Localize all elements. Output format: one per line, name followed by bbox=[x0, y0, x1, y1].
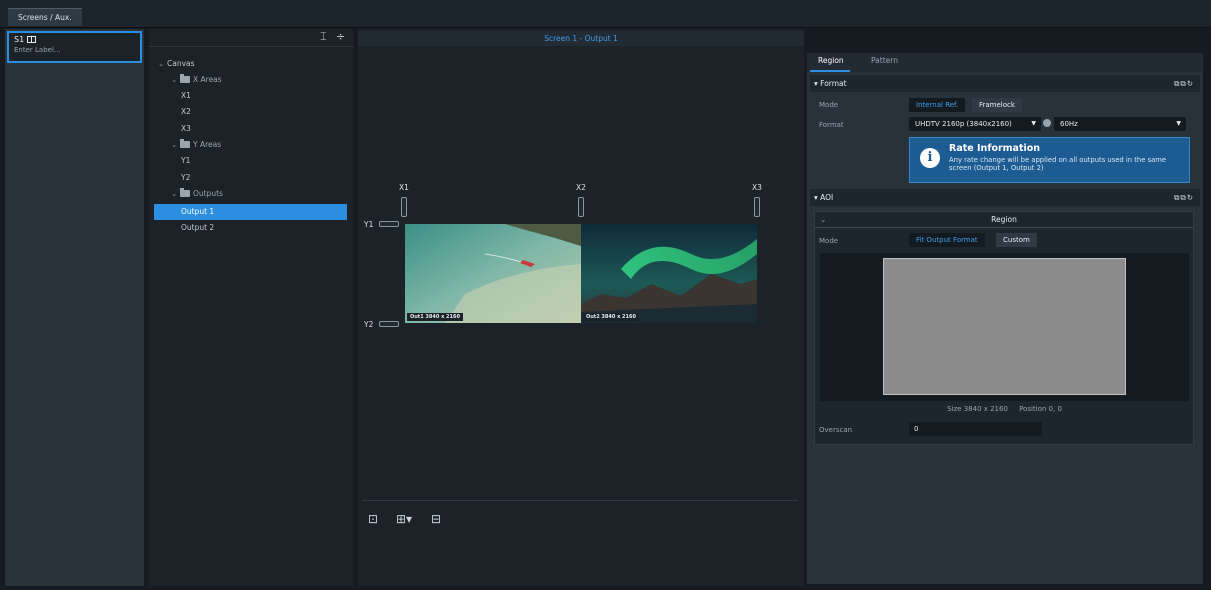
aoi-meta: Size 3840 x 2160 Position 0, 0 bbox=[820, 405, 1189, 413]
tree-node-y1[interactable]: Y1 bbox=[181, 153, 190, 169]
rate-dropdown[interactable]: 60Hz ▼ bbox=[1054, 117, 1186, 131]
canvas-title: Screen 1 - Output 1 bbox=[358, 31, 804, 46]
aoi-section-header[interactable]: ▾ AOI ⧉⧉↻ bbox=[810, 189, 1200, 206]
format-mode-label: Mode bbox=[819, 101, 839, 109]
canvas-divider bbox=[362, 500, 798, 501]
top-tab-bar bbox=[0, 0, 1211, 28]
split-view-icon[interactable]: ⊟ bbox=[431, 512, 441, 526]
copy-paste-reset-icons[interactable]: ⧉⧉↻ bbox=[1174, 75, 1194, 92]
chevron-down-icon: ⌄ bbox=[820, 215, 827, 224]
tree-panel bbox=[149, 29, 353, 586]
output-2-tile[interactable]: Out2 3840 x 2160 bbox=[581, 224, 757, 323]
overscan-label: Overscan bbox=[819, 426, 853, 434]
copy-paste-reset-icons[interactable]: ⧉⧉↻ bbox=[1174, 189, 1194, 206]
folder-icon bbox=[180, 139, 190, 148]
screen-label-input[interactable]: Enter Label... bbox=[14, 46, 135, 54]
mode-framelock-button[interactable]: Framelock bbox=[972, 98, 1022, 112]
tree-node-output-1[interactable]: Output 1 bbox=[181, 204, 214, 220]
chevron-down-icon: ⌄ bbox=[171, 189, 178, 198]
x-label-1: X1 bbox=[399, 183, 409, 192]
aoi-size: Size 3840 x 2160 bbox=[947, 405, 1008, 413]
mode-internal-ref-button[interactable]: Internal Ref. bbox=[909, 98, 966, 112]
chevron-down-icon: ▼ bbox=[1176, 120, 1181, 127]
folder-icon bbox=[180, 188, 190, 197]
chevron-down-icon: ⌄ bbox=[158, 59, 165, 68]
format-dropdown[interactable]: UHDTV 2160p (3840x2160) ▼ bbox=[909, 117, 1041, 131]
expand-all-icon[interactable]: ⌶ bbox=[320, 30, 327, 44]
sync-icon[interactable] bbox=[1043, 119, 1051, 127]
output-2-preview-image bbox=[581, 224, 757, 323]
tab-pattern[interactable]: Pattern bbox=[871, 56, 898, 65]
rate-info-title: Rate Information bbox=[949, 143, 1041, 154]
tree-node-outputs[interactable]: ⌄ Outputs bbox=[171, 186, 223, 202]
tab-screens-aux[interactable]: Screens / Aux. bbox=[8, 8, 82, 26]
output-1-preview-image bbox=[405, 224, 581, 323]
chevron-down-icon: ⌄ bbox=[171, 75, 178, 84]
y-label-1: Y1 bbox=[364, 220, 374, 229]
tree-node-y-areas[interactable]: ⌄ Y Areas bbox=[171, 137, 221, 153]
y1-handle[interactable] bbox=[379, 221, 399, 227]
format-label: Format bbox=[819, 121, 844, 129]
tree-node-x1[interactable]: X1 bbox=[181, 88, 191, 104]
screen-card-s1[interactable]: S1 Enter Label... bbox=[7, 31, 142, 63]
mode-custom-button[interactable]: Custom bbox=[996, 233, 1037, 247]
x-label-2: X2 bbox=[576, 183, 586, 192]
chevron-down-icon: ⌄ bbox=[171, 140, 178, 149]
screen-list-panel bbox=[5, 29, 144, 586]
output-2-tag: Out2 3840 x 2160 bbox=[583, 313, 639, 321]
properties-tabs bbox=[807, 53, 1203, 72]
screen-layout-icon bbox=[26, 36, 36, 43]
tree-node-y2[interactable]: Y2 bbox=[181, 170, 190, 186]
aoi-position: Position 0, 0 bbox=[1019, 405, 1062, 413]
aoi-region-rect[interactable] bbox=[883, 258, 1126, 395]
info-icon: i bbox=[920, 148, 940, 168]
tree-node-x2[interactable]: X2 bbox=[181, 104, 191, 120]
x1-handle[interactable] bbox=[401, 197, 407, 217]
output-1-tag: Out1 3840 x 2160 bbox=[407, 313, 463, 321]
output-1-tile[interactable]: Out1 3840 x 2160 bbox=[405, 224, 581, 323]
active-tab-indicator bbox=[810, 70, 850, 72]
screen-id: S1 bbox=[14, 35, 135, 44]
layout-menu-icon[interactable]: ⊞▾ bbox=[396, 512, 412, 526]
rate-info-body: Any rate change will be applied on all o… bbox=[949, 156, 1167, 172]
x-label-3: X3 bbox=[752, 183, 762, 192]
y-label-2: Y2 bbox=[364, 320, 374, 329]
tree-node-x3[interactable]: X3 bbox=[181, 121, 191, 137]
collapse-all-icon[interactable]: ÷ bbox=[336, 30, 345, 43]
tree-toolbar: ⌶ ÷ bbox=[149, 29, 353, 47]
x3-handle[interactable] bbox=[754, 197, 760, 217]
overscan-input[interactable]: 0 bbox=[909, 422, 1042, 436]
y2-handle[interactable] bbox=[379, 321, 399, 327]
tree-node-output-2[interactable]: Output 2 bbox=[181, 220, 214, 236]
tab-region[interactable]: Region bbox=[818, 56, 844, 65]
mode-fit-output-format-button[interactable]: Fit Output Format bbox=[909, 233, 985, 247]
tree-node-x-areas[interactable]: ⌄ X Areas bbox=[171, 72, 222, 88]
format-section-header[interactable]: ▾ Format ⧉⧉↻ bbox=[810, 75, 1200, 92]
tree-node-canvas[interactable]: ⌄ Canvas bbox=[158, 56, 195, 72]
chevron-down-icon: ▼ bbox=[1031, 120, 1036, 127]
region-header[interactable]: ⌄ Region bbox=[815, 212, 1193, 228]
aoi-mode-label: Mode bbox=[819, 237, 839, 245]
x2-handle[interactable] bbox=[578, 197, 584, 217]
folder-icon bbox=[180, 74, 190, 83]
fit-view-icon[interactable]: ⊡ bbox=[368, 512, 378, 526]
